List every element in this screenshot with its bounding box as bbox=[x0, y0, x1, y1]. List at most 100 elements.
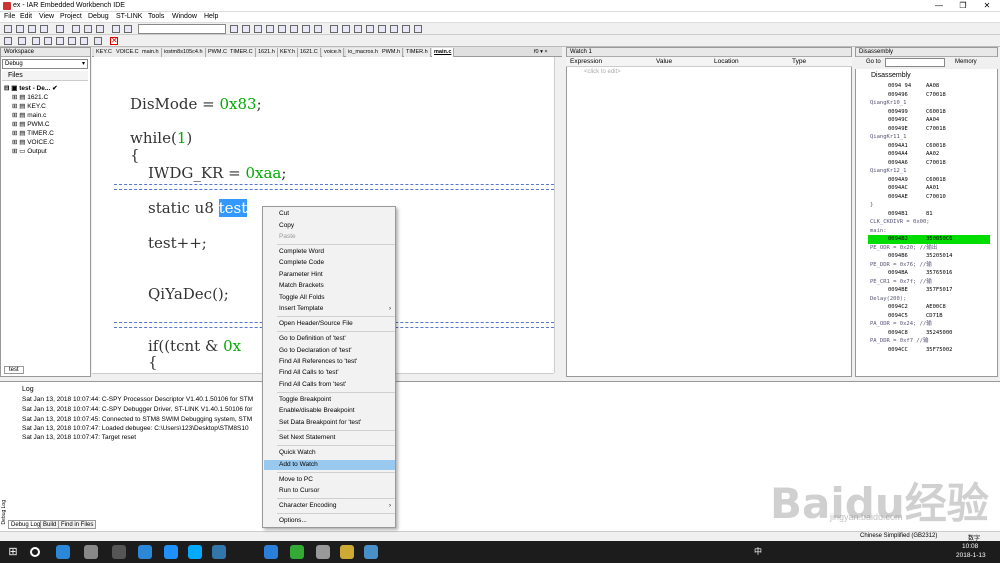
app-icon[interactable] bbox=[290, 545, 304, 559]
replace-icon[interactable] bbox=[266, 25, 274, 33]
menu-item-match-brackets[interactable]: Match Brackets bbox=[264, 281, 395, 291]
tree-item-mainc[interactable]: ⊞ ▤ main.c bbox=[12, 111, 46, 119]
breakpoint-icon[interactable] bbox=[390, 25, 398, 33]
menu-item-enable-breakpoint[interactable]: Enable/disable Breakpoint bbox=[264, 406, 395, 416]
step-into-icon[interactable] bbox=[44, 37, 52, 45]
copy-icon[interactable] bbox=[84, 25, 92, 33]
menu-window[interactable]: Window bbox=[172, 13, 197, 20]
config-select[interactable]: Debug ▾ bbox=[2, 59, 88, 69]
tab-key-c[interactable]: KEY.C bbox=[94, 48, 115, 57]
menu-item-move-to-pc[interactable]: Move to PC bbox=[264, 475, 395, 485]
app-icon[interactable] bbox=[340, 545, 354, 559]
maximize-button[interactable]: ❐ bbox=[952, 0, 974, 12]
download-icon[interactable] bbox=[414, 25, 422, 33]
disasm-row[interactable]: 0094A4 AA02 bbox=[868, 150, 990, 159]
menu-file[interactable]: File bbox=[4, 13, 15, 20]
watch-add-row[interactable]: <click to edit> bbox=[584, 69, 621, 75]
menu-item-quick-watch[interactable]: Quick Watch bbox=[264, 448, 395, 458]
windows-start-icon[interactable]: ⊞ bbox=[6, 545, 20, 559]
step-over-icon[interactable] bbox=[32, 37, 40, 45]
tab-key-h[interactable]: KEY.h bbox=[278, 48, 298, 57]
app-icon[interactable] bbox=[188, 545, 202, 559]
tree-item-voicec[interactable]: ⊞ ▤ VOICE.C bbox=[12, 138, 54, 146]
app-icon[interactable] bbox=[138, 545, 152, 559]
stop-build-icon[interactable] bbox=[378, 25, 386, 33]
col-location[interactable]: Location bbox=[714, 58, 739, 65]
bookmark-prev-icon[interactable] bbox=[314, 25, 322, 33]
stop-debug-icon[interactable]: ✕ bbox=[110, 37, 118, 45]
menu-item-goto-definition[interactable]: Go to Definition of 'test' bbox=[264, 334, 395, 344]
menu-item-copy[interactable]: Copy bbox=[264, 221, 395, 231]
disasm-row[interactable]: 0094C8 35245000 bbox=[868, 329, 990, 338]
menu-edit[interactable]: Edit bbox=[20, 13, 32, 20]
tree-item-timerc[interactable]: ⊞ ▤ TIMER.C bbox=[12, 129, 54, 137]
menu-item-insert-template[interactable]: Insert Template › bbox=[264, 304, 395, 314]
disasm-source-line[interactable]: PA_ODR = 0x24; //输 bbox=[868, 320, 990, 329]
tab-main-c[interactable]: main.c bbox=[432, 48, 455, 57]
make-icon[interactable] bbox=[366, 25, 374, 33]
disasm-row[interactable]: 0094A6 C70018 bbox=[868, 159, 990, 168]
ime-indicator[interactable]: 中 bbox=[754, 546, 762, 557]
menu-item-toggle-breakpoint[interactable]: Toggle Breakpoint bbox=[264, 395, 395, 405]
workspace-tab-test[interactable]: test bbox=[4, 366, 24, 374]
go-icon[interactable] bbox=[94, 37, 102, 45]
menu-tools[interactable]: Tools bbox=[148, 13, 164, 20]
tab-1621-c[interactable]: 1621.C bbox=[298, 48, 321, 57]
print-icon[interactable] bbox=[56, 25, 64, 33]
disasm-source-line[interactable]: main: bbox=[868, 227, 990, 236]
menu-debug[interactable]: Debug bbox=[88, 13, 109, 20]
save-all-icon[interactable] bbox=[40, 25, 48, 33]
tree-project[interactable]: ⊟ ▣ test - De... ✔ bbox=[4, 84, 58, 92]
menu-help[interactable]: Help bbox=[204, 13, 218, 20]
menu-item-parameter-hint[interactable]: Parameter Hint bbox=[264, 270, 395, 280]
find-prev-icon[interactable] bbox=[254, 25, 262, 33]
menu-item-complete-code[interactable]: Complete Code bbox=[264, 258, 395, 268]
find-next-icon[interactable] bbox=[242, 25, 250, 33]
tree-item-output[interactable]: ⊞ ▭ Output bbox=[12, 147, 47, 155]
menu-item-paste[interactable]: Paste bbox=[264, 232, 395, 242]
disasm-source-line[interactable]: QiangKr10_1 bbox=[868, 99, 990, 108]
menu-project[interactable]: Project bbox=[60, 13, 82, 20]
menu-item-open-header[interactable]: Open Header/Source File bbox=[264, 319, 395, 329]
tab-find-in-files[interactable]: Find in Files bbox=[58, 520, 97, 529]
menu-item-find-calls-to[interactable]: Find All Calls to 'test' bbox=[264, 368, 395, 378]
tree-item-pwmc[interactable]: ⊞ ▤ PWM.C bbox=[12, 120, 50, 128]
save-icon[interactable] bbox=[28, 25, 36, 33]
tab-pwm-c[interactable]: PWM.C bbox=[206, 48, 230, 57]
tab-debug-log[interactable]: Debug Log bbox=[8, 520, 44, 529]
goto-input[interactable] bbox=[885, 58, 945, 67]
tab-iostm8[interactable]: iostm8s105c4.h bbox=[162, 48, 206, 57]
col-value[interactable]: Value bbox=[656, 58, 672, 65]
next-statement-icon[interactable] bbox=[68, 37, 76, 45]
menu-item-options[interactable]: Options... bbox=[264, 516, 395, 526]
open-icon[interactable] bbox=[16, 25, 24, 33]
menu-item-run-to-cursor[interactable]: Run to Cursor bbox=[264, 486, 395, 496]
goto-icon[interactable] bbox=[278, 25, 286, 33]
disasm-row[interactable]: 0094B1 81 bbox=[868, 210, 990, 219]
nav-forward-icon[interactable] bbox=[342, 25, 350, 33]
ie-icon[interactable] bbox=[164, 545, 178, 559]
search-icon[interactable] bbox=[30, 547, 40, 557]
redo-icon[interactable] bbox=[124, 25, 132, 33]
bookmark-next-icon[interactable] bbox=[302, 25, 310, 33]
disasm-row[interactable]: 0094AC AA01 bbox=[868, 184, 990, 193]
iar-icon[interactable] bbox=[316, 545, 330, 559]
run-to-cursor-icon[interactable] bbox=[80, 37, 88, 45]
step-out-icon[interactable] bbox=[56, 37, 64, 45]
menu-item-goto-declaration[interactable]: Go to Declaration of 'test' bbox=[264, 346, 395, 356]
menu-item-add-to-watch[interactable]: Add to Watch bbox=[264, 460, 395, 470]
tab-build[interactable]: Build bbox=[40, 520, 60, 529]
disasm-source-line[interactable]: QiangKr12_1 bbox=[868, 167, 990, 176]
disasm-source-line[interactable]: QiangKr11_1 bbox=[868, 133, 990, 142]
tab-timer-h[interactable]: TIMER.h bbox=[404, 48, 431, 57]
menu-item-find-references[interactable]: Find All References to 'test' bbox=[264, 357, 395, 367]
break-icon[interactable] bbox=[18, 37, 26, 45]
disasm-row[interactable]: 0094BE 357F5017 bbox=[868, 286, 990, 295]
app-icon[interactable] bbox=[84, 545, 98, 559]
disasm-source-line[interactable]: PE_ODR = 0x20; //输出 bbox=[868, 244, 990, 253]
disasm-row[interactable]: 0094AE C70010 bbox=[868, 193, 990, 202]
app-icon[interactable] bbox=[212, 545, 226, 559]
menu-view[interactable]: View bbox=[39, 13, 54, 20]
menu-item-find-calls-from[interactable]: Find All Calls from 'test' bbox=[264, 380, 395, 390]
disasm-source-line[interactable]: PE_DDR = 0x76; //输 bbox=[868, 261, 990, 270]
